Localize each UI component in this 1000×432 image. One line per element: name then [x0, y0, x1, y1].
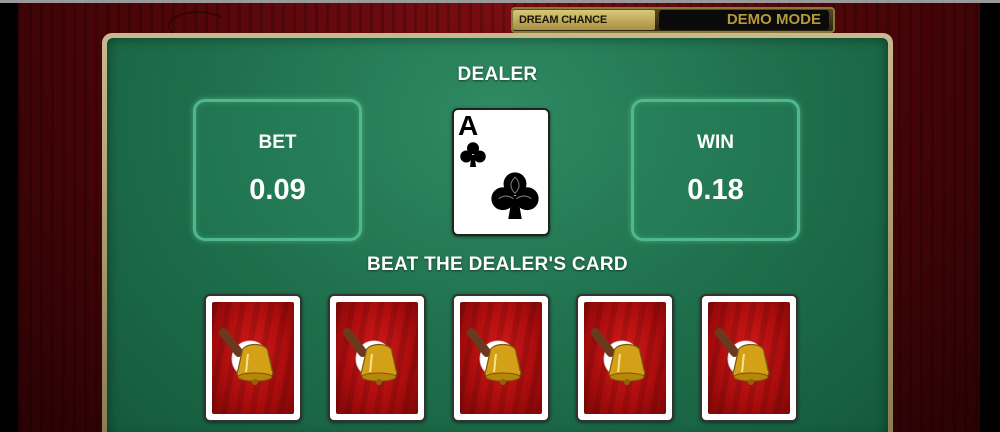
club-icon [458, 140, 488, 175]
jackpot-value: DEMO MODE [659, 10, 829, 30]
player-card-3[interactable] [452, 294, 550, 422]
dealer-heading: DEALER [457, 64, 538, 85]
card-back [708, 302, 790, 414]
dealer-card: A [452, 108, 550, 236]
jackpot-label: DREAM CHANCE JACKPOT [513, 10, 655, 46]
card-back [584, 302, 666, 414]
beat-dealer-prompt: BEAT THE DEALER'S CARD [367, 254, 628, 275]
win-panel: WIN 0.18 [631, 99, 800, 241]
bet-label: BET [258, 132, 297, 153]
card-back [336, 302, 418, 414]
player-card-5[interactable] [700, 294, 798, 422]
win-label: WIN [697, 132, 734, 153]
game-frame: DREAM CHANCE JACKPOT DEMO MODE DEALER BE… [0, 0, 1000, 432]
dealer-card-rank: A [458, 110, 479, 141]
card-back [460, 302, 542, 414]
jackpot-bar: DREAM CHANCE JACKPOT DEMO MODE [511, 7, 835, 46]
bet-value: 0.09 [249, 174, 306, 206]
bet-panel: BET 0.09 [193, 99, 362, 241]
card-back [212, 302, 294, 414]
player-card-4[interactable] [576, 294, 674, 422]
gamble-table: DEALER BET 0.09 A WIN 0.18 BEAT THE DEAL… [102, 33, 893, 432]
club-icon [488, 169, 542, 228]
player-card-2[interactable] [328, 294, 426, 422]
player-card-1[interactable] [204, 294, 302, 422]
table-felt: DEALER BET 0.09 A WIN 0.18 BEAT THE DEAL… [107, 38, 888, 432]
win-value: 0.18 [687, 174, 744, 206]
